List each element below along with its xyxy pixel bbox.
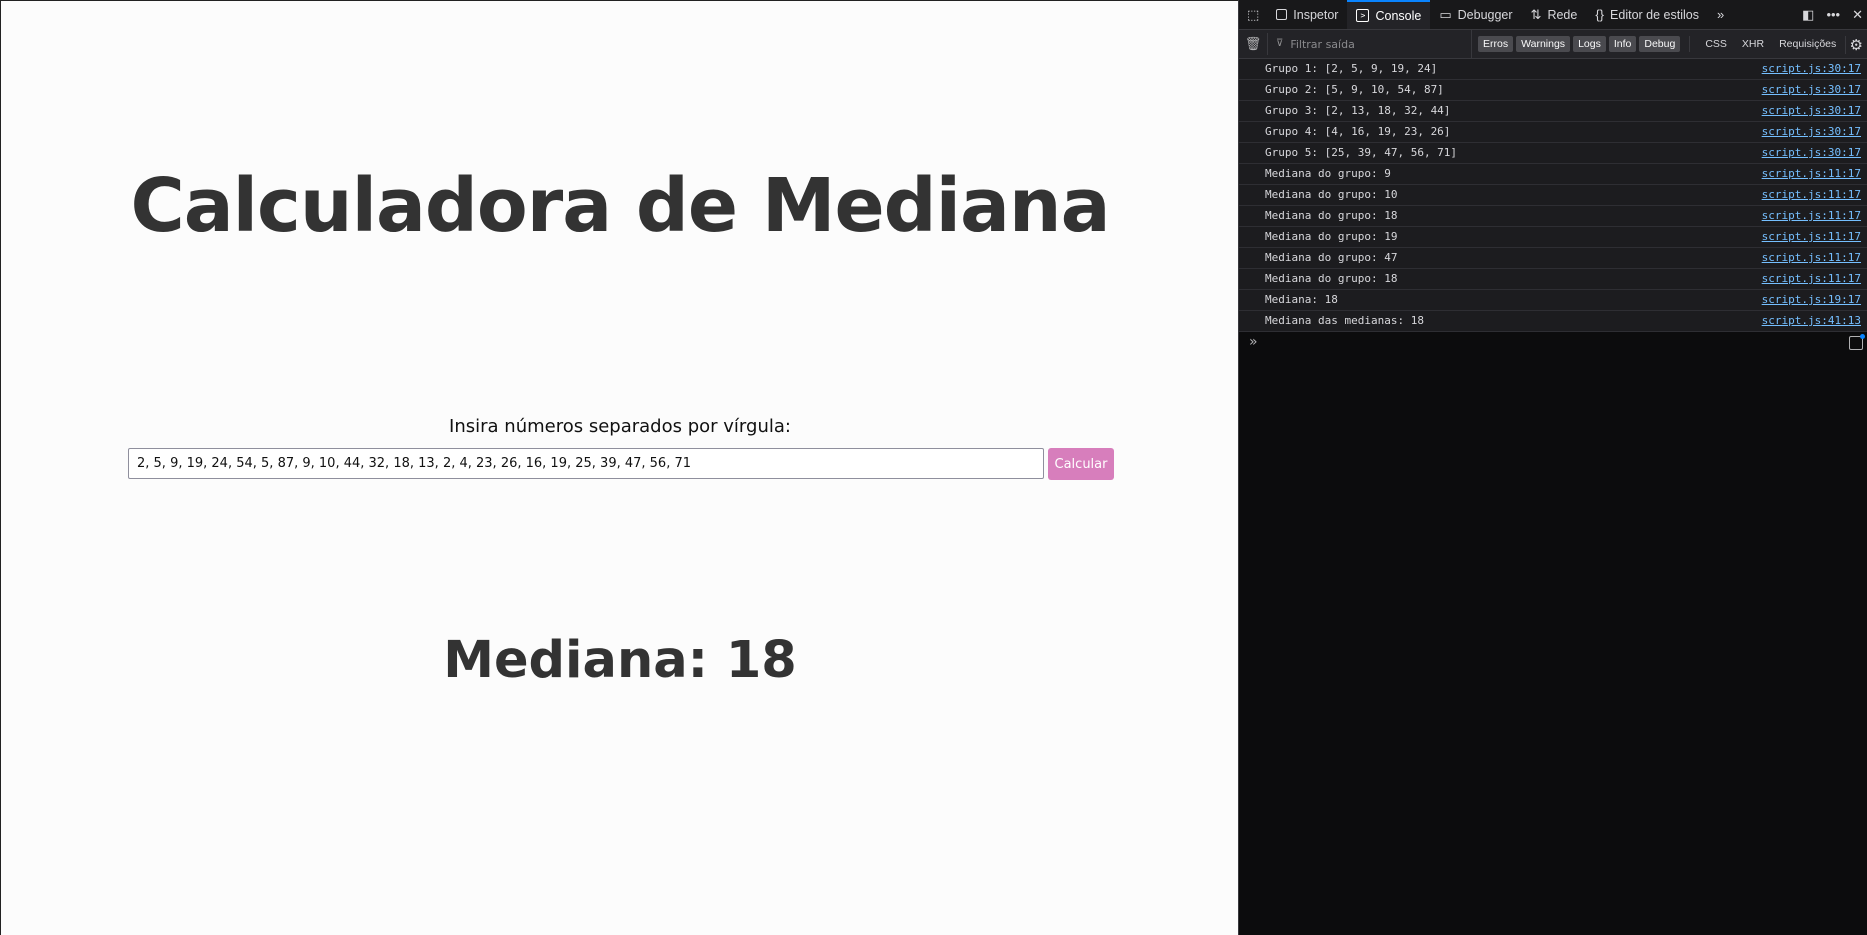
median-result: Mediana: 18 (443, 631, 797, 691)
filter-requests-button[interactable]: Requisições (1773, 36, 1842, 52)
prompt-chevron-icon: » (1249, 334, 1258, 350)
filter-icon: ⊽ (1276, 38, 1284, 49)
filter-errors-button[interactable]: Erros (1478, 36, 1514, 52)
log-message: Grupo 2: [5, 9, 10, 54, 87] (1265, 83, 1444, 96)
editor-mode-toggle-icon[interactable] (1849, 334, 1865, 350)
log-source-link[interactable]: script.js:30:17 (1762, 101, 1861, 121)
debugger-icon: ▭ (1439, 7, 1452, 22)
log-message: Mediana do grupo: 47 (1265, 251, 1398, 264)
log-source-link[interactable]: script.js:11:17 (1762, 248, 1861, 268)
more-tabs-button[interactable]: » (1708, 0, 1733, 29)
log-source-link[interactable]: script.js:11:17 (1762, 206, 1861, 226)
log-source-link[interactable]: script.js:19:17 (1762, 290, 1861, 310)
log-source-link[interactable]: script.js:41:13 (1762, 311, 1861, 331)
log-source-link[interactable]: script.js:30:17 (1762, 80, 1861, 100)
page-viewport: Calculadora de Mediana Insira números se… (0, 0, 1238, 935)
log-message: Mediana: 18 (1265, 293, 1338, 306)
filter-input[interactable] (1288, 36, 1443, 52)
element-picker-icon: ⬚ (1247, 7, 1260, 22)
devtools-panel: ⬚ Inspetor > Console ▭ Debugger ⇅ Rede {… (1238, 0, 1867, 935)
chevrons-right-icon: » (1716, 7, 1725, 22)
filter-debug-button[interactable]: Debug (1639, 36, 1681, 52)
console-output: Grupo 1: [2, 5, 9, 19, 24] script.js:30:1… (1239, 59, 1867, 356)
element-picker-button[interactable]: ⬚ (1239, 0, 1267, 29)
filter-css-button[interactable]: CSS (1699, 36, 1733, 52)
trash-icon[interactable]: 🗑 (1239, 36, 1267, 52)
log-message: Mediana do grupo: 18 (1265, 209, 1398, 222)
log-message: Mediana do grupo: 19 (1265, 230, 1398, 243)
log-row: Grupo 2: [5, 9, 10, 54, 87] script.js:30:… (1239, 80, 1867, 101)
log-row: Grupo 5: [25, 39, 47, 56, 71] script.js:3… (1239, 143, 1867, 164)
log-source-link[interactable]: script.js:11:17 (1762, 164, 1861, 184)
filter-box: ⊽ (1267, 33, 1460, 55)
network-icon: ⇅ (1530, 7, 1542, 22)
tab-style-editor-label: Editor de estilos (1610, 7, 1699, 22)
log-source-link[interactable]: script.js:11:17 (1762, 269, 1861, 289)
numbers-input-label: Insira números separados por vírgula: (449, 416, 791, 437)
more-options-icon[interactable]: ••• (1826, 8, 1840, 21)
tab-network-label: Rede (1547, 7, 1578, 22)
tab-debugger-label: Debugger (1457, 7, 1513, 22)
toolbar-divider (1689, 36, 1691, 52)
tab-inspector-label: Inspetor (1293, 7, 1339, 22)
log-message: Grupo 4: [4, 16, 19, 23, 26] (1265, 125, 1451, 138)
log-message: Grupo 3: [2, 13, 18, 32, 44] (1265, 104, 1451, 117)
log-message: Mediana do grupo: 10 (1265, 188, 1398, 201)
tab-console-label: Console (1375, 8, 1422, 23)
filter-xhr-button[interactable]: XHR (1736, 36, 1770, 52)
devtools-tabbar: ⬚ Inspetor > Console ▭ Debugger ⇅ Rede {… (1239, 0, 1867, 30)
inspector-icon (1276, 9, 1288, 20)
log-message: Mediana do grupo: 9 (1265, 167, 1391, 180)
numbers-input[interactable] (128, 448, 1044, 479)
log-source-link[interactable]: script.js:30:17 (1762, 59, 1861, 79)
log-row: Grupo 1: [2, 5, 9, 19, 24] script.js:30:1… (1239, 59, 1867, 80)
dock-toggle-icon[interactable]: ◧ (1802, 8, 1814, 21)
tab-debugger[interactable]: ▭ Debugger (1430, 0, 1521, 29)
log-message: Grupo 1: [2, 5, 9, 19, 24] (1265, 62, 1438, 75)
log-row: Grupo 4: [4, 16, 19, 23, 26] script.js:30… (1239, 122, 1867, 143)
log-level-filters: Erros Warnings Logs Info Debug CSS XHR R… (1471, 30, 1842, 58)
log-row: Mediana do grupo: 18 script.js:11:17 (1239, 206, 1867, 227)
tab-console[interactable]: > Console (1347, 0, 1431, 29)
log-row: Grupo 3: [2, 13, 18, 32, 44] script.js:30… (1239, 101, 1867, 122)
log-row: Mediana do grupo: 47 script.js:11:17 (1239, 248, 1867, 269)
style-editor-icon: {} (1595, 7, 1605, 22)
log-row: Mediana: 18 script.js:19:17 (1239, 290, 1867, 311)
log-message: Grupo 5: [25, 39, 47, 56, 71] (1265, 146, 1458, 159)
close-icon[interactable]: ✕ (1852, 8, 1863, 21)
filter-logs-button[interactable]: Logs (1573, 36, 1606, 52)
tab-inspector[interactable]: Inspetor (1267, 0, 1347, 29)
filter-info-button[interactable]: Info (1608, 36, 1637, 52)
filter-warnings-button[interactable]: Warnings (1516, 36, 1571, 52)
log-row: Mediana do grupo: 19 script.js:11:17 (1239, 227, 1867, 248)
tab-network[interactable]: ⇅ Rede (1522, 0, 1587, 29)
log-source-link[interactable]: script.js:11:17 (1762, 185, 1861, 205)
log-source-link[interactable]: script.js:30:17 (1762, 143, 1861, 163)
log-row: Mediana do grupo: 10 script.js:11:17 (1239, 185, 1867, 206)
log-message: Mediana das medianas: 18 (1265, 314, 1424, 327)
log-row: Mediana das medianas: 18 script.js:41:13 (1239, 311, 1867, 332)
log-row: Mediana do grupo: 18 script.js:11:17 (1239, 269, 1867, 290)
page-title: Calculadora de Mediana (130, 162, 1110, 249)
gear-icon[interactable]: ⚙ (1844, 36, 1863, 54)
log-source-link[interactable]: script.js:11:17 (1762, 227, 1861, 247)
console-prompt[interactable]: » (1239, 332, 1867, 356)
tab-style-editor[interactable]: {} Editor de estilos (1586, 0, 1708, 29)
log-message: Mediana do grupo: 18 (1265, 272, 1398, 285)
log-row: Mediana do grupo: 9 script.js:11:17 (1239, 164, 1867, 185)
calculate-button[interactable]: Calcular (1048, 448, 1114, 480)
console-toolbar: 🗑 ⊽ Erros Warnings Logs Info Debug CSS X… (1239, 30, 1867, 59)
console-icon: > (1356, 9, 1370, 22)
log-source-link[interactable]: script.js:30:17 (1762, 122, 1861, 142)
